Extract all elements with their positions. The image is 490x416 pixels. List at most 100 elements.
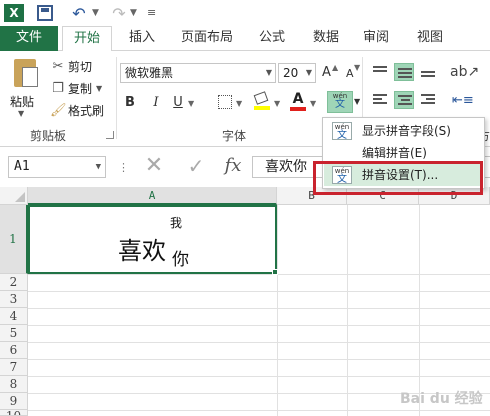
font-size-dropdown-icon: ▼ — [305, 68, 312, 77]
fill-handle[interactable] — [272, 269, 278, 275]
fill-color-dropdown-icon[interactable]: ▼ — [274, 99, 280, 108]
copy-button[interactable]: ❐ 复制 ▼ — [50, 79, 102, 97]
tab-page-layout[interactable]: 页面布局 — [176, 26, 238, 51]
row-header-8[interactable]: 8 — [0, 376, 28, 393]
menu-item-show-phonetic[interactable]: wén 文 显示拼音字段(S) — [324, 120, 483, 142]
grow-font-button[interactable]: A — [322, 65, 331, 80]
name-box-value: A1 — [14, 159, 30, 174]
font-color-icon[interactable]: A — [290, 91, 306, 111]
quick-access-toolbar: X ↶ ▼ ↷ ▼ ≡ — [0, 0, 490, 26]
shrink-font-button[interactable]: A — [346, 67, 354, 80]
align-center-button[interactable] — [394, 91, 414, 109]
tab-insert[interactable]: 插入 — [122, 26, 162, 51]
row-header-3[interactable]: 3 — [0, 291, 28, 308]
row-header-5[interactable]: 5 — [0, 325, 28, 342]
align-middle-button[interactable] — [394, 63, 414, 81]
align-left-button[interactable] — [370, 91, 390, 109]
tab-formulas[interactable]: 公式 — [252, 26, 292, 51]
align-top-button[interactable] — [370, 63, 390, 81]
menu-item-label: 显示拼音字段(S) — [362, 124, 451, 138]
tab-file[interactable]: 文件 — [0, 26, 58, 51]
font-name-value: 微软雅黑 — [125, 66, 174, 80]
customize-qat-icon[interactable]: ≡ — [147, 6, 156, 19]
paste-dropdown-icon[interactable]: ▼ — [18, 109, 24, 118]
underline-dropdown-icon[interactable]: ▼ — [188, 99, 194, 108]
gridline — [28, 342, 490, 343]
gridline — [277, 205, 278, 416]
gridline — [28, 376, 490, 377]
redo-icon[interactable]: ↷ — [108, 4, 130, 23]
gridline — [28, 359, 490, 360]
name-box[interactable]: A1 ▼ — [8, 156, 106, 178]
format-painter-label: 格式刷 — [68, 103, 105, 118]
cell-a1-text-small: 你 — [172, 250, 189, 270]
column-header-a[interactable]: A — [28, 187, 277, 205]
tab-view[interactable]: 视图 — [410, 26, 450, 51]
cut-label: 剪切 — [68, 59, 93, 74]
tab-data[interactable]: 数据 — [306, 26, 346, 51]
pinyin-zi: 文 — [337, 130, 347, 141]
borders-dropdown-icon[interactable]: ▼ — [236, 99, 242, 108]
gridline — [419, 205, 420, 416]
cell-a1-phonetic: 我 — [170, 216, 183, 230]
italic-button[interactable]: I — [148, 93, 164, 113]
row-header-6[interactable]: 6 — [0, 342, 28, 359]
cancel-icon[interactable]: ✕ — [140, 155, 168, 177]
ribbon-tabs: 文件 开始 插入 页面布局 公式 数据 审阅 视图 — [0, 26, 490, 52]
cell-a1-text-large: 喜欢 — [118, 237, 166, 265]
scissors-icon: ✂ — [52, 58, 64, 74]
font-name-select[interactable]: 微软雅黑 ▼ — [120, 63, 276, 83]
copy-icon: ❐ — [52, 80, 64, 96]
orientation-icon[interactable]: ab↗ — [450, 64, 479, 80]
phonetic-dropdown-icon[interactable]: ▼ — [354, 97, 360, 106]
gridline — [28, 410, 490, 411]
borders-icon[interactable] — [218, 95, 232, 109]
gridline — [28, 274, 490, 275]
paste-icon[interactable] — [8, 57, 40, 91]
row-header-2[interactable]: 2 — [0, 274, 28, 291]
shrink-arrow-icon: ▼ — [354, 63, 361, 72]
fill-color-icon[interactable] — [253, 91, 270, 111]
annotation-highlight-box — [313, 161, 483, 195]
tab-home[interactable]: 开始 — [62, 26, 112, 52]
gridline — [28, 308, 490, 309]
phonetic-guide-button[interactable]: wén 文 — [327, 91, 353, 113]
bold-button[interactable]: B — [122, 93, 138, 113]
copy-label: 复制 — [68, 81, 93, 96]
copy-dropdown-icon[interactable]: ▼ — [96, 84, 102, 93]
redo-dropdown-icon[interactable]: ▼ — [130, 8, 137, 18]
clipboard-launcher-icon[interactable] — [106, 131, 114, 139]
gridline — [28, 291, 490, 292]
excel-logo-icon: X — [4, 4, 24, 22]
name-box-dropdown-icon[interactable]: ▼ — [96, 157, 101, 177]
save-icon[interactable] — [37, 5, 53, 21]
enter-icon[interactable]: ✓ — [182, 155, 210, 177]
row-header-7[interactable]: 7 — [0, 359, 28, 376]
row-header-9[interactable]: 9 — [0, 393, 28, 410]
font-name-dropdown-icon: ▼ — [265, 68, 272, 77]
watermark: Bai du 经验 — [400, 391, 483, 407]
undo-dropdown-icon[interactable]: ▼ — [92, 8, 99, 18]
font-color-dropdown-icon[interactable]: ▼ — [310, 99, 316, 108]
row-header-4[interactable]: 4 — [0, 308, 28, 325]
align-right-button[interactable] — [418, 91, 438, 109]
pinyin-zi: 文 — [335, 99, 345, 110]
insert-function-icon[interactable]: fx — [220, 155, 246, 177]
select-all-button[interactable] — [0, 187, 28, 205]
formula-bar-grip-icon: ⋮ — [118, 161, 129, 174]
gridline — [28, 325, 490, 326]
font-group-label: 字体 — [222, 129, 247, 143]
decrease-indent-icon[interactable]: ⇤≡ — [452, 93, 474, 108]
underline-button[interactable]: U — [170, 93, 186, 113]
paste-button[interactable]: 粘贴 — [10, 93, 34, 110]
row-header-1[interactable]: 1 — [0, 205, 28, 274]
undo-icon[interactable]: ↶ — [68, 4, 90, 23]
row-header-10[interactable]: 10 — [0, 410, 28, 416]
tab-review[interactable]: 审阅 — [356, 26, 396, 51]
font-size-select[interactable]: 20 ▼ — [278, 63, 316, 83]
format-painter-button[interactable]: 🖌 格式刷 — [50, 101, 104, 119]
cut-button[interactable]: ✂ 剪切 — [50, 57, 92, 75]
align-bottom-button[interactable] — [418, 63, 438, 81]
cell-a1[interactable]: 我 喜欢 你 — [28, 205, 277, 274]
group-separator — [116, 57, 117, 139]
